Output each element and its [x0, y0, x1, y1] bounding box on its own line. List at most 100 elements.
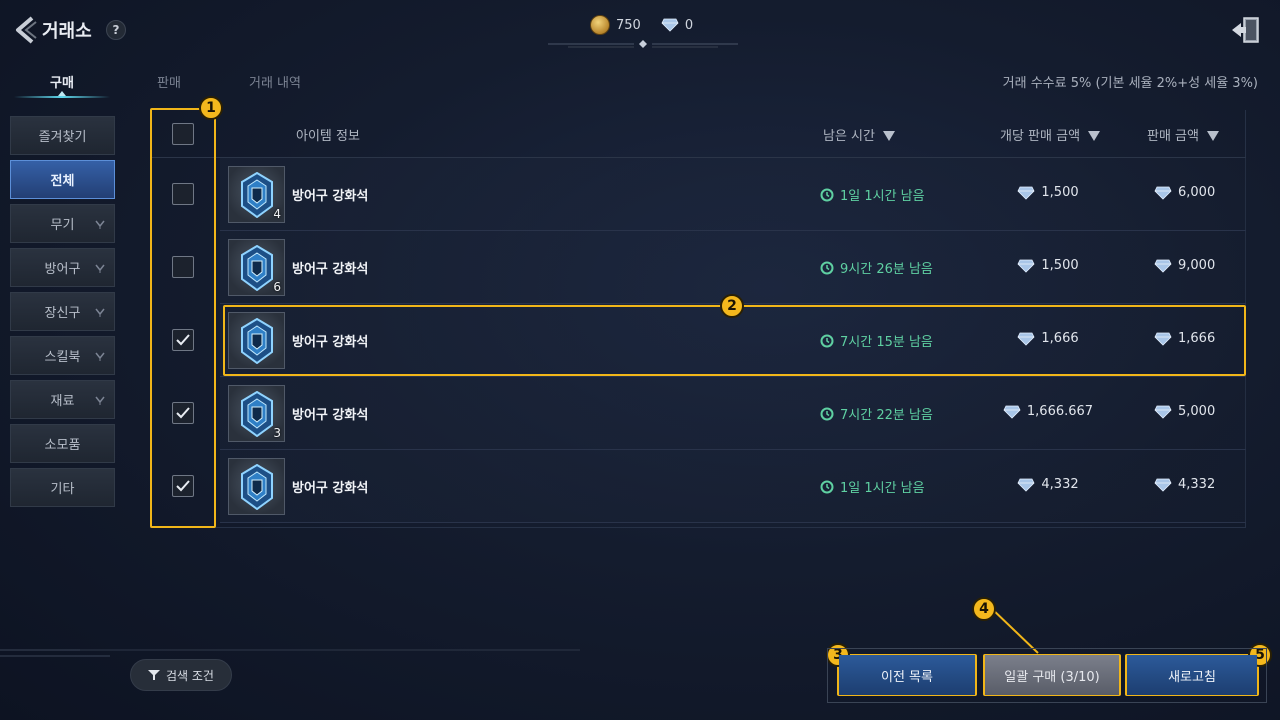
category-consumable[interactable]: 소모품: [10, 424, 115, 463]
category-label: 즐겨찾기: [38, 130, 87, 145]
item-quantity: 4: [273, 207, 281, 221]
item-icon: [228, 312, 285, 369]
armor-enhancement-stone-icon: [241, 318, 273, 364]
column-label: 개당 판매 금액: [1000, 129, 1081, 144]
total-price: 1,666: [1154, 331, 1215, 346]
row-checkbox[interactable]: [172, 256, 194, 278]
unit-price-text: 1,500: [1041, 185, 1079, 200]
total-price: 6,000: [1154, 185, 1215, 200]
item-icon: 6: [228, 239, 285, 296]
prev-list-button[interactable]: 이전 목록: [839, 655, 975, 695]
diamond-icon: [1003, 405, 1021, 419]
diamond-icon: [1017, 259, 1035, 273]
total-price-text: 1,666: [1178, 331, 1216, 346]
total-price-text: 5,000: [1178, 404, 1216, 419]
checkmark-icon: [176, 334, 190, 346]
currency-ornament: [548, 40, 738, 48]
bulk-buy-button[interactable]: 일괄 구매 (3/10): [985, 655, 1119, 695]
table-row[interactable]: 방어구 강화석 1일 1시간 남음 4,332 4,332: [220, 450, 1246, 523]
tab-history[interactable]: 거래 내역: [249, 72, 301, 91]
diamond-icon: [1154, 186, 1172, 200]
exit-door-icon[interactable]: [1230, 14, 1262, 46]
category-label: 무기: [50, 218, 75, 233]
diamond-icon: [1017, 332, 1035, 346]
item-quantity: 3: [273, 426, 281, 440]
item-icon: 4: [228, 166, 285, 223]
item-icon: 3: [228, 385, 285, 442]
remaining-time-text: 9시간 26분 남음: [840, 262, 933, 277]
page-title: 거래소: [42, 21, 92, 42]
chevron-down-icon: [95, 264, 105, 273]
total-price: 4,332: [1154, 477, 1215, 492]
total-price-text: 4,332: [1178, 477, 1216, 492]
item-name: 방어구 강화석: [292, 481, 369, 496]
remaining-time: 9시간 26분 남음: [820, 258, 933, 277]
table-header: 아이템 정보 남은 시간 개당 판매 금액 판매 금액: [150, 110, 1246, 158]
item-name: 방어구 강화석: [292, 262, 369, 277]
top-bar: 거래소 ? 750 0: [0, 0, 1280, 60]
row-checkbox[interactable]: [172, 183, 194, 205]
filter-label: 검색 조건: [166, 668, 214, 683]
clock-icon: [820, 261, 834, 274]
total-price: 5,000: [1154, 404, 1215, 419]
checkmark-icon: [176, 407, 190, 419]
total-price-text: 6,000: [1178, 185, 1216, 200]
row-checkbox[interactable]: [172, 402, 194, 424]
chevron-down-icon: [95, 308, 105, 317]
annotation-badge-4: 4: [972, 597, 996, 621]
category-label: 소모품: [44, 438, 81, 453]
clock-icon: [820, 334, 834, 347]
column-unit-price[interactable]: 개당 판매 금액: [1000, 125, 1101, 144]
category-all[interactable]: 전체: [10, 160, 115, 199]
unit-price: 1,666.667: [1003, 404, 1093, 419]
chevron-down-icon: [95, 396, 105, 405]
category-material[interactable]: 재료: [10, 380, 115, 419]
armor-enhancement-stone-icon: [241, 391, 273, 437]
sort-down-icon: [1206, 131, 1219, 141]
row-checkbox[interactable]: [172, 475, 194, 497]
remaining-time: 1일 1시간 남음: [820, 185, 925, 204]
back-arrow-icon[interactable]: [12, 14, 40, 46]
search-filter-button[interactable]: 검색 조건: [130, 659, 232, 691]
select-all-checkbox[interactable]: [172, 123, 194, 145]
column-total-price[interactable]: 판매 금액: [1147, 125, 1219, 144]
sort-down-icon: [882, 131, 895, 141]
item-quantity: 6: [273, 280, 281, 294]
fee-info: 거래 수수료 5% (기본 세율 2%+성 세율 3%): [1002, 76, 1258, 91]
remaining-time-text: 7시간 15분 남음: [840, 335, 933, 350]
category-label: 재료: [50, 394, 75, 409]
category-skillbook[interactable]: 스킬북: [10, 336, 115, 375]
category-accessory[interactable]: 장신구: [10, 292, 115, 331]
armor-enhancement-stone-icon: [241, 172, 273, 218]
category-label: 방어구: [44, 262, 81, 277]
tab-bar: 구매 판매 거래 내역 거래 수수료 5% (기본 세율 2%+성 세율 3%): [0, 64, 1280, 104]
clock-icon: [820, 188, 834, 201]
remaining-time: 7시간 22분 남음: [820, 404, 933, 423]
help-button[interactable]: ?: [106, 20, 126, 40]
category-other[interactable]: 기타: [10, 468, 115, 507]
table-row[interactable]: 3 방어구 강화석 7시간 22분 남음 1,666.667 5,000: [220, 377, 1246, 450]
active-tab-underline: [14, 96, 110, 98]
unit-price: 1,500: [1017, 185, 1079, 200]
filter-icon: [148, 670, 160, 680]
tab-buy[interactable]: 구매: [50, 72, 74, 91]
remaining-time: 7시간 15분 남음: [820, 331, 933, 350]
table-row[interactable]: 4 방어구 강화석 1일 1시간 남음 1,500 6,000: [220, 158, 1246, 231]
clock-icon: [820, 407, 834, 420]
annotation-badge-2: 2: [720, 294, 744, 318]
armor-enhancement-stone-icon: [241, 245, 273, 291]
remaining-time: 1일 1시간 남음: [820, 477, 925, 496]
category-label: 스킬북: [44, 350, 81, 365]
unit-price: 1,500: [1017, 258, 1079, 273]
refresh-button[interactable]: 새로고침: [1127, 655, 1257, 695]
category-favorites[interactable]: 즐겨찾기: [10, 116, 115, 155]
category-armor[interactable]: 방어구: [10, 248, 115, 287]
total-price-text: 9,000: [1178, 258, 1216, 273]
column-remaining-time[interactable]: 남은 시간: [823, 125, 895, 144]
row-checkbox[interactable]: [172, 329, 194, 351]
unit-price: 1,666: [1017, 331, 1079, 346]
category-label: 장신구: [44, 306, 81, 321]
category-weapon[interactable]: 무기: [10, 204, 115, 243]
tab-sell[interactable]: 판매: [157, 72, 181, 91]
remaining-time-text: 7시간 22분 남음: [840, 408, 933, 423]
